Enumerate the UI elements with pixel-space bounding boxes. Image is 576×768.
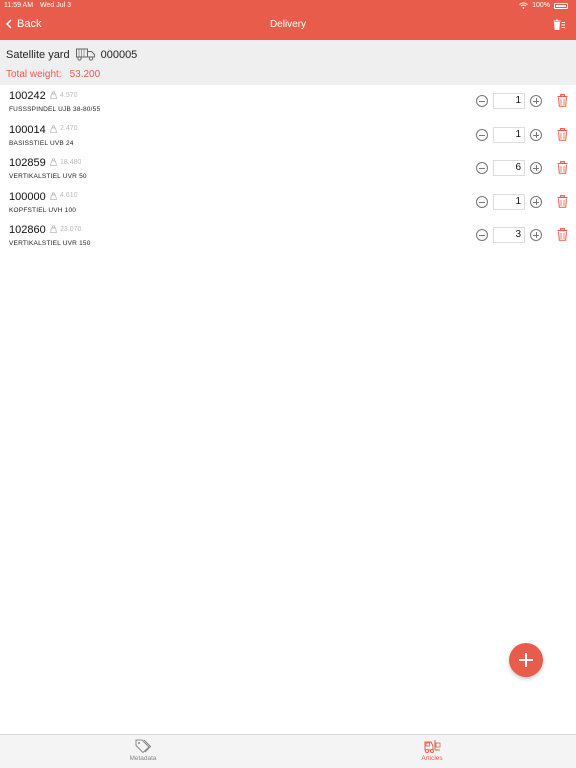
truck-icon xyxy=(75,48,95,61)
tags-icon xyxy=(135,739,151,753)
plus-icon[interactable] xyxy=(530,128,542,141)
plus-icon[interactable] xyxy=(530,195,542,208)
list-item: 100014 2.470 BASISSTIEL UVB 24 1 xyxy=(0,119,576,153)
weight-icon xyxy=(50,91,57,99)
list-item: 100000 4.610 KOPFSTIEL UVH 100 1 xyxy=(0,186,576,220)
article-description: KOPFSTIEL UVH 100 xyxy=(9,206,77,214)
plus-icon[interactable] xyxy=(530,95,542,107)
list-item: 102859 18.480 VERTIKALSTIEL UVR 50 6 xyxy=(0,152,576,186)
article-weight-value: 18.480 xyxy=(60,158,82,166)
article-description: FUSSSPINDEL UJB 38-80/55 xyxy=(9,106,101,113)
quantity-field[interactable]: 1 xyxy=(493,193,525,210)
plus-icon[interactable] xyxy=(530,162,542,174)
article-description: BASISSTIEL UVB 24 xyxy=(9,139,74,147)
quantity-field[interactable]: 1 xyxy=(493,126,525,143)
status-date: Wed Jul 3 xyxy=(40,2,71,9)
trash-icon[interactable] xyxy=(557,127,568,141)
wifi-icon xyxy=(519,2,528,9)
yard-row: Satellite yard 000005 xyxy=(6,48,137,61)
article-weight: 2.470 xyxy=(50,124,78,133)
trash-icon[interactable] xyxy=(557,94,568,107)
clear-list-icon[interactable] xyxy=(552,18,566,32)
top-bar: 11:59 AM Wed Jul 3 100% Back Delivery xyxy=(0,0,576,40)
tab-articles-label: Articles xyxy=(421,755,443,762)
status-time: 11:59 AM xyxy=(4,2,34,9)
add-article-button[interactable] xyxy=(509,643,543,677)
plus-icon[interactable] xyxy=(530,229,542,241)
status-right: 100% xyxy=(519,2,568,9)
weight-icon xyxy=(50,191,57,200)
tab-bar: Metadata Articles xyxy=(0,734,576,768)
weight-icon xyxy=(50,225,57,233)
delivery-header: Satellite yard 000005 Total weight: 53.20… xyxy=(0,40,576,85)
article-weight-value: 23.070 xyxy=(60,225,82,233)
article-weight-value: 4.610 xyxy=(60,192,78,199)
article-description: VERTIKALSTIEL UVR 50 xyxy=(9,173,87,180)
quantity-stepper: 6 xyxy=(476,160,542,176)
minus-icon[interactable] xyxy=(476,229,488,241)
forklift-icon xyxy=(424,740,441,753)
battery-icon xyxy=(554,2,568,9)
article-description: VERTIKALSTIEL UVR 150 xyxy=(9,240,91,247)
weight-icon xyxy=(50,158,57,166)
location-name: Satellite yard xyxy=(6,48,70,61)
article-number: 102859 xyxy=(9,157,46,169)
article-weight: 23.070 xyxy=(50,225,81,233)
article-weight: 4.610 xyxy=(50,191,78,200)
minus-icon[interactable] xyxy=(476,95,488,107)
weight-icon xyxy=(50,124,57,133)
article-number: 100000 xyxy=(9,190,46,203)
minus-icon[interactable] xyxy=(476,195,488,208)
trash-icon[interactable] xyxy=(557,228,568,241)
quantity-field[interactable]: 3 xyxy=(493,227,525,243)
status-bar: 11:59 AM Wed Jul 3 100% xyxy=(0,2,576,12)
article-number: 100014 xyxy=(9,123,46,136)
article-weight-value: 4.570 xyxy=(60,91,78,99)
quantity-field[interactable]: 1 xyxy=(493,93,525,109)
quantity-stepper: 1 xyxy=(476,126,542,143)
minus-icon[interactable] xyxy=(476,128,488,141)
total-weight-label: Total weight: xyxy=(6,69,62,80)
battery-percent: 100% xyxy=(532,2,550,9)
article-number: 100242 xyxy=(9,90,46,102)
quantity-field[interactable]: 6 xyxy=(493,160,525,176)
article-weight: 4.570 xyxy=(50,91,78,99)
quantity-stepper: 1 xyxy=(476,193,542,210)
articles-list: 100242 4.570 FUSSSPINDEL UJB 38-80/55 1 … xyxy=(0,85,576,253)
minus-icon[interactable] xyxy=(476,162,488,174)
trash-icon[interactable] xyxy=(557,161,568,174)
total-weight-value: 53.200 xyxy=(69,69,101,80)
total-weight-row: Total weight: 53.200 xyxy=(6,69,100,80)
delivery-number: 000005 xyxy=(100,48,138,61)
tab-articles[interactable]: Articles xyxy=(402,739,462,762)
article-weight-value: 2.470 xyxy=(60,125,78,132)
quantity-stepper: 3 xyxy=(476,227,542,243)
tab-metadata[interactable]: Metadata xyxy=(113,739,173,762)
page-title: Delivery xyxy=(269,19,307,30)
article-number: 102860 xyxy=(9,224,46,236)
trash-icon[interactable] xyxy=(557,194,568,208)
article-weight: 18.480 xyxy=(50,158,81,166)
list-item: 100242 4.570 FUSSSPINDEL UJB 38-80/55 1 xyxy=(0,85,576,119)
tab-metadata-label: Metadata xyxy=(129,755,157,762)
list-item: 102860 23.070 VERTIKALSTIEL UVR 150 3 xyxy=(0,219,576,253)
quantity-stepper: 1 xyxy=(476,93,542,109)
